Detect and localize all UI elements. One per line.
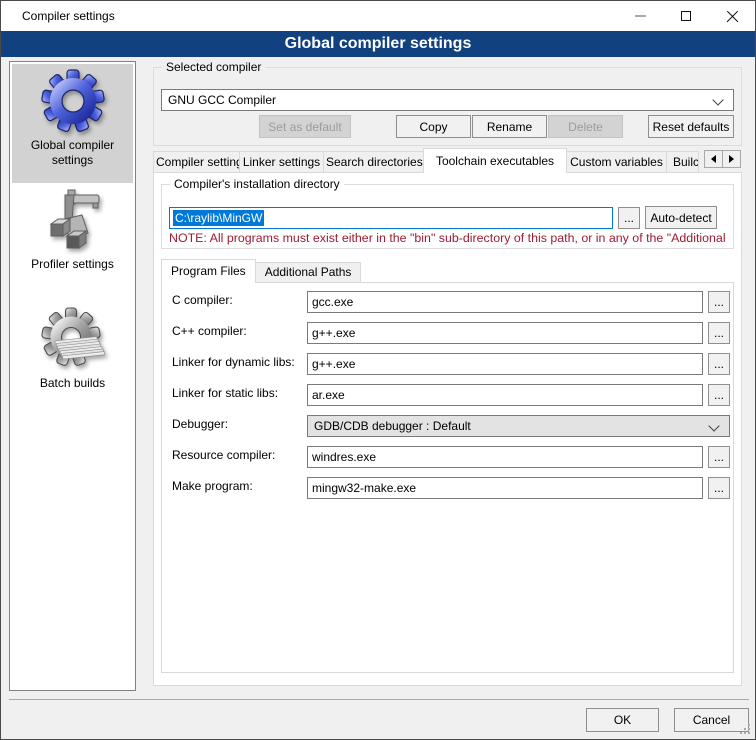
subtab-additional-paths[interactable]: Additional Paths xyxy=(255,262,362,283)
window-title: Compiler settings xyxy=(22,9,115,23)
sidebar-item-label: Batch builds xyxy=(18,376,128,391)
close-button[interactable] xyxy=(709,1,755,31)
auto-detect-button[interactable]: Auto-detect xyxy=(645,206,717,229)
linker-dynamic-input[interactable] xyxy=(307,353,703,375)
tab-scroll-right-button[interactable] xyxy=(722,150,741,168)
field-label-debugger: Debugger: xyxy=(172,417,228,432)
tab-custom-variables[interactable]: Custom variables xyxy=(566,151,667,173)
field-label-linker-static: Linker for static libs: xyxy=(172,386,278,401)
browse-linker-static-button[interactable]: ... xyxy=(708,384,730,406)
note-text: NOTE: All programs must exist either in … xyxy=(169,231,726,245)
maximize-icon xyxy=(681,11,691,21)
tab-linker-settings[interactable]: Linker settings xyxy=(239,151,324,173)
ok-button[interactable]: OK xyxy=(586,708,659,732)
chevron-down-icon xyxy=(712,94,723,105)
c-compiler-input[interactable] xyxy=(307,291,703,313)
subtab-program-files[interactable]: Program Files xyxy=(161,259,256,283)
sidebar-item-label: Global compiler settings xyxy=(18,138,128,168)
cpp-compiler-input[interactable] xyxy=(307,322,703,344)
debugger-select[interactable]: GDB/CDB debugger : Default xyxy=(307,415,730,437)
tab-search-directories[interactable]: Search directories xyxy=(323,151,424,173)
minimize-button[interactable] xyxy=(617,1,663,31)
compiler-select-value: GNU GCC Compiler xyxy=(168,93,276,107)
minimize-icon xyxy=(635,15,646,17)
reset-defaults-button[interactable]: Reset defaults xyxy=(648,115,734,138)
field-label-c-compiler: C compiler: xyxy=(172,293,233,308)
close-icon xyxy=(726,10,739,23)
arrow-left-icon xyxy=(711,155,716,163)
maximize-button[interactable] xyxy=(663,1,709,31)
chevron-down-icon xyxy=(708,420,719,431)
make-program-input[interactable] xyxy=(307,477,703,499)
browse-c-compiler-button[interactable]: ... xyxy=(708,291,730,313)
tab-scroll-buttons xyxy=(704,150,741,168)
browse-linker-dynamic-button[interactable]: ... xyxy=(708,353,730,375)
debugger-select-value: GDB/CDB debugger : Default xyxy=(314,419,471,433)
field-label-linker-dynamic: Linker for dynamic libs: xyxy=(172,355,295,370)
browse-make-program-button[interactable]: ... xyxy=(708,477,730,499)
settings-category-list: Global compiler settings Profil xyxy=(9,61,136,691)
gear-blue-icon xyxy=(41,69,105,133)
browse-resource-compiler-button[interactable]: ... xyxy=(708,446,730,468)
compiler-settings-dialog: Compiler settings Global compiler settin… xyxy=(0,0,756,740)
sidebar-item-profiler-settings[interactable]: Profiler settings xyxy=(12,183,133,302)
main-tabs: Compiler settings Linker settings Search… xyxy=(153,148,699,173)
field-label-resource-compiler: Resource compiler: xyxy=(172,448,275,463)
selected-text: C:\raylib\MinGW xyxy=(173,210,264,226)
cancel-button[interactable]: Cancel xyxy=(674,708,749,732)
rename-button[interactable]: Rename xyxy=(472,115,547,138)
tab-build-options-truncated[interactable]: Builc xyxy=(666,151,699,173)
titlebar[interactable]: Compiler settings xyxy=(1,1,755,31)
set-as-default-button: Set as default xyxy=(259,115,351,138)
footer-divider xyxy=(9,699,749,700)
arrow-right-icon xyxy=(729,155,734,163)
tab-toolchain-executables[interactable]: Toolchain executables xyxy=(423,148,567,173)
compiler-select[interactable]: GNU GCC Compiler xyxy=(161,89,734,111)
sidebar-item-batch-builds[interactable]: Batch builds xyxy=(12,302,133,421)
field-label-make-program: Make program: xyxy=(172,479,253,494)
installation-directory-input[interactable]: C:\raylib\MinGW xyxy=(169,207,613,229)
caliper-icon xyxy=(41,188,105,252)
browse-cpp-compiler-button[interactable]: ... xyxy=(708,322,730,344)
sidebar-item-label: Profiler settings xyxy=(18,257,128,272)
resource-compiler-input[interactable] xyxy=(307,446,703,468)
browse-directory-button[interactable]: ... xyxy=(618,207,640,229)
delete-button: Delete xyxy=(548,115,623,138)
field-label-cpp-compiler: C++ compiler: xyxy=(172,324,247,339)
page-title: Global compiler settings xyxy=(1,31,755,57)
group-label: Selected compiler xyxy=(162,60,265,74)
resize-grip-icon[interactable] xyxy=(748,732,750,734)
program-files-page: C compiler: ... C++ compiler: ... Linker… xyxy=(161,282,734,673)
tab-scroll-left-button[interactable] xyxy=(704,150,723,168)
copy-button[interactable]: Copy xyxy=(396,115,471,138)
linker-static-input[interactable] xyxy=(307,384,703,406)
tab-compiler-settings[interactable]: Compiler settings xyxy=(153,151,240,173)
sub-tabs: Program Files Additional Paths xyxy=(161,259,361,283)
gear-stack-icon xyxy=(41,307,105,371)
group-label: Compiler's installation directory xyxy=(170,177,344,191)
sidebar-item-global-compiler-settings[interactable]: Global compiler settings xyxy=(12,64,133,183)
